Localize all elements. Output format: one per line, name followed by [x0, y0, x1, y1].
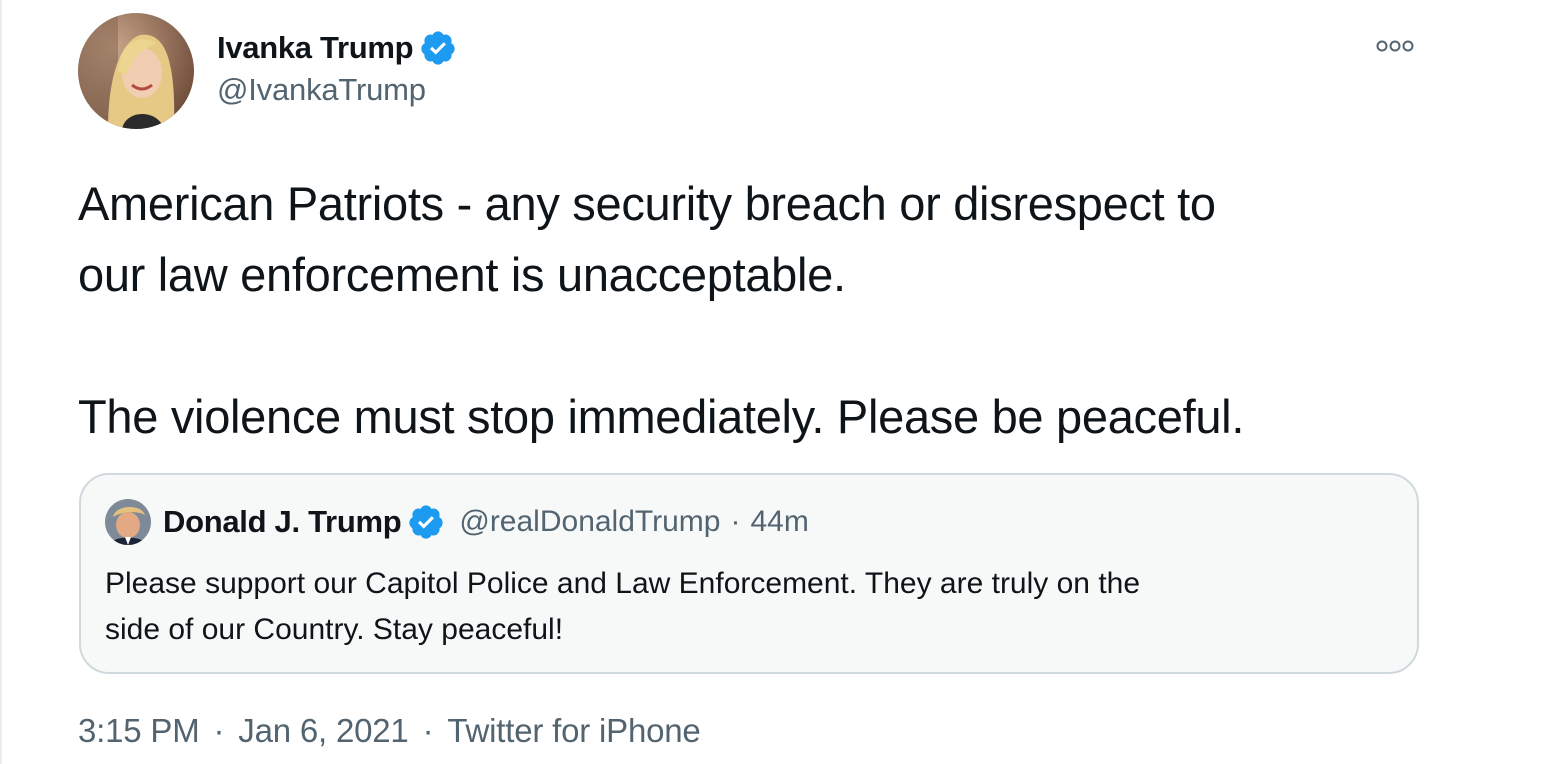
more-options-icon[interactable] — [1372, 34, 1418, 58]
author-name-row: Ivanka Trump — [217, 26, 457, 70]
meta-separator: · — [422, 712, 434, 749]
tweet-text-line: The violence must stop immediately. Plea… — [78, 390, 1245, 443]
quoted-author-avatar — [105, 499, 151, 545]
quoted-timestamp: 44m — [750, 505, 809, 538]
quoted-tweet-card[interactable]: Donald J. Trump @realDonaldTrump · 44m P… — [79, 473, 1419, 674]
tweet: Ivanka Trump @IvankaTrump American Patri… — [0, 0, 1566, 764]
tweet-text: American Patriots - any security breach … — [78, 168, 1458, 452]
quoted-tweet-text: Please support our Capitol Police and La… — [105, 561, 1395, 653]
quoted-separator: · — [730, 505, 741, 538]
tweet-source-link[interactable]: Twitter for iPhone — [447, 712, 700, 750]
verified-badge-icon — [419, 29, 457, 67]
author-avatar-image — [78, 13, 194, 129]
quoted-author-handle: @realDonaldTrump — [459, 505, 721, 538]
author-avatar[interactable] — [78, 13, 194, 129]
meta-separator: · — [213, 712, 225, 749]
author-name[interactable]: Ivanka Trump — [217, 30, 414, 66]
verified-badge-icon — [407, 503, 445, 541]
quoted-text-line: Please support our Capitol Police and La… — [105, 567, 1141, 600]
quoted-tweet-header: Donald J. Trump @realDonaldTrump · 44m — [105, 497, 809, 547]
author-handle[interactable]: @IvankaTrump — [217, 72, 426, 108]
quoted-text-line: side of our Country. Stay peaceful! — [105, 613, 564, 646]
tweet-text-line: our law enforcement is unacceptable. — [78, 248, 846, 301]
tweet-text-line: American Patriots - any security breach … — [78, 177, 1216, 230]
tweet-meta: 3:15 PM · Jan 6, 2021 · Twitter for iPho… — [78, 708, 701, 754]
tweet-date[interactable]: Jan 6, 2021 — [238, 712, 408, 750]
quoted-author-name: Donald J. Trump — [163, 504, 402, 539]
tweet-time[interactable]: 3:15 PM — [78, 712, 200, 750]
